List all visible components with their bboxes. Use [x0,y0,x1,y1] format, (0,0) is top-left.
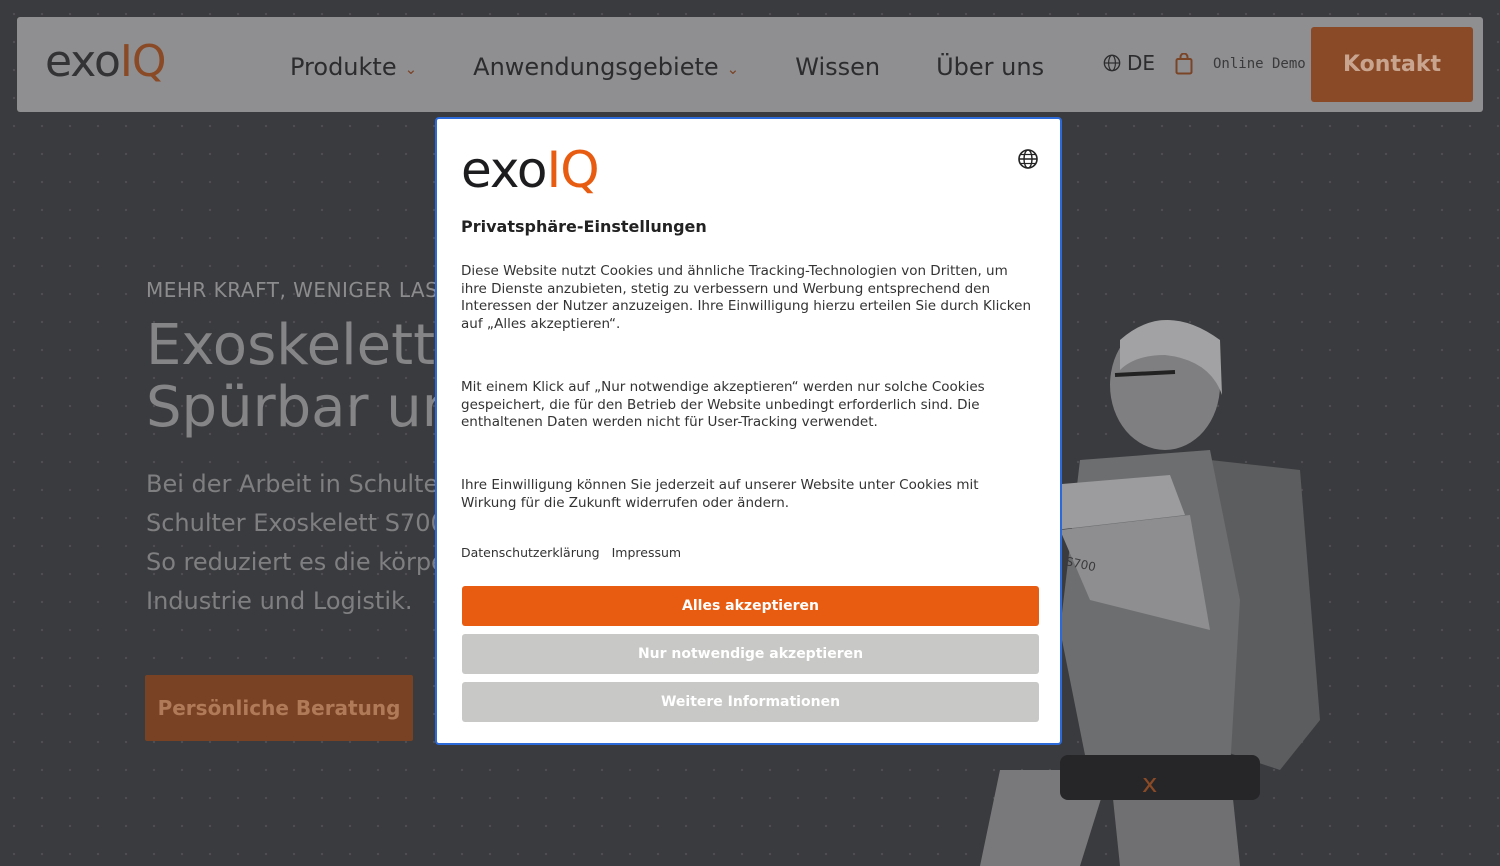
site-logo[interactable]: exo IQ [45,36,167,87]
accept-necessary-button[interactable]: Nur notwendige akzeptieren [462,634,1039,674]
language-switcher[interactable]: DE [1103,51,1155,75]
nav-item-ueber-uns[interactable]: Über uns [936,47,1044,87]
cookie-consent-dialog: exo IQ Privatsphäre-Einstellungen Diese W… [435,117,1062,745]
site-header: exo IQ Produkte ⌄ Anwendungsgebiete ⌄ Wis… [17,17,1483,112]
shopping-bag-icon[interactable] [1175,53,1193,75]
nav-item-label: Wissen [795,53,881,81]
accept-all-button[interactable]: Alles akzeptieren [462,586,1039,626]
hero-lead-line: So reduziert es die körpe [146,548,446,576]
privacy-policy-link[interactable]: Datenschutzerklärung [461,545,600,560]
language-globe-icon[interactable] [1017,148,1039,170]
more-information-button[interactable]: Weitere Informationen [462,682,1039,722]
consent-paragraph: Mit einem Klick auf „Nur notwendige akze… [461,379,985,430]
language-label: DE [1127,51,1156,75]
svg-text:x: x [1142,769,1157,799]
consent-paragraph: Ihre Einwilligung können Sie jederzeit a… [461,477,979,511]
consent-links: Datenschutzerklärung Impressum [461,545,681,560]
hero-lead-line: Industrie und Logistik. [146,587,413,615]
chevron-down-icon: ⌄ [404,60,418,78]
consent-logo: exo IQ [461,141,600,199]
consent-paragraph: Diese Website nutzt Cookies und ähnliche… [461,263,1031,332]
nav-item-anwendungsgebiete[interactable]: Anwendungsgebiete ⌄ [473,47,739,87]
hero-eyebrow: MEHR KRAFT, WENIGER LAST [146,278,452,302]
logo-text-iq: IQ [119,36,167,87]
hero-lead-line: Bei der Arbeit in Schulter [146,470,449,498]
nav-item-wissen[interactable]: Wissen [795,47,880,87]
nav-item-produkte[interactable]: Produkte ⌄ [290,47,417,87]
contact-button[interactable]: Kontakt [1311,27,1473,102]
consent-title: Privatsphäre-Einstellungen [461,217,707,236]
nav-item-label: Anwendungsgebiete [473,53,719,81]
logo-text-exo: exo [461,141,548,199]
chevron-down-icon: ⌄ [726,60,740,78]
online-demo-link[interactable]: Online Demo [1213,56,1306,72]
imprint-link[interactable]: Impressum [612,545,681,560]
logo-text-iq: IQ [546,141,600,199]
nav-item-label: Über uns [936,53,1045,81]
main-nav: Produkte ⌄ Anwendungsgebiete ⌄ Wissen Üb… [290,47,1100,87]
globe-icon [1103,54,1121,72]
hero-lead: Bei der Arbeit in Schulter Schulter Exos… [146,465,448,621]
logo-text-exo: exo [45,36,121,87]
consultation-button[interactable]: Persönliche Beratung [145,675,413,741]
hero-lead-line: Schulter Exoskelett S700 [146,509,446,537]
nav-item-label: Produkte [290,53,397,81]
